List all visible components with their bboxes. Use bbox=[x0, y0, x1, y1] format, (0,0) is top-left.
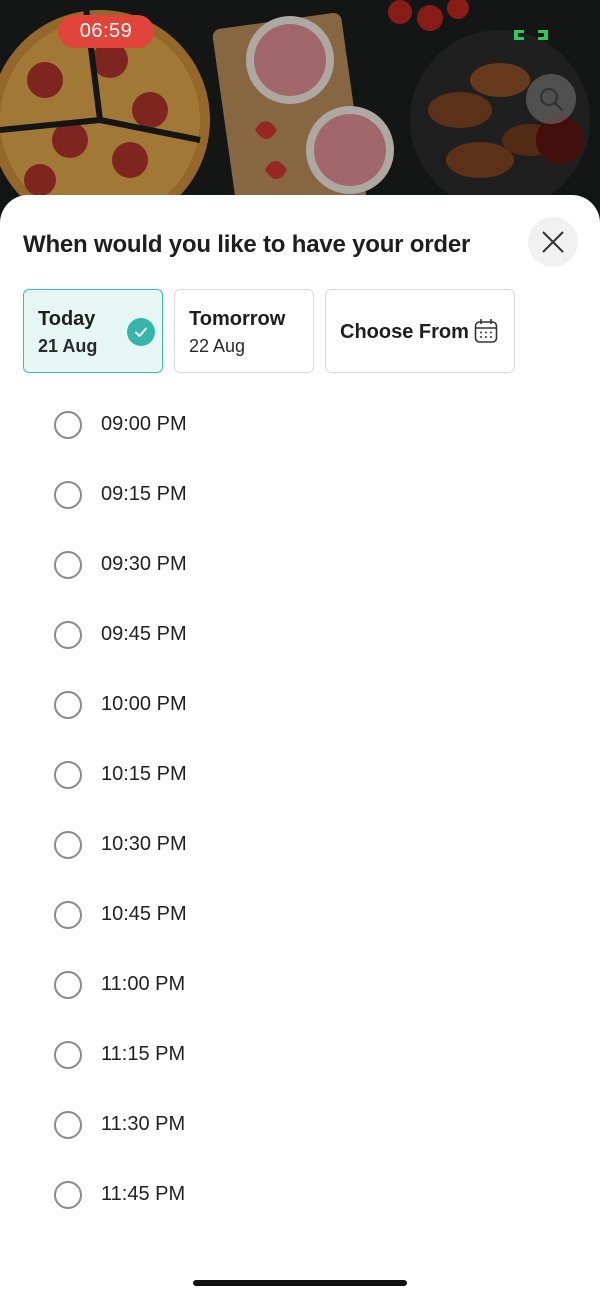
screen-recording-icon bbox=[514, 30, 548, 40]
time-slot-option[interactable]: 10:15 PM bbox=[0, 739, 600, 809]
time-slot-option[interactable]: 10:00 PM bbox=[0, 669, 600, 739]
time-slot-option[interactable]: 11:30 PM bbox=[0, 1089, 600, 1159]
radio-button[interactable] bbox=[54, 691, 82, 719]
order-time-sheet: When would you like to have your order T… bbox=[0, 195, 600, 1298]
time-slot-label: 10:00 PM bbox=[101, 693, 187, 715]
radio-button[interactable] bbox=[54, 1111, 82, 1139]
close-icon bbox=[542, 231, 564, 253]
choose-date-button[interactable]: Choose From bbox=[325, 289, 515, 373]
radio-button[interactable] bbox=[54, 901, 82, 929]
sheet-title: When would you like to have your order bbox=[23, 231, 471, 258]
time-slot-label: 09:30 PM bbox=[101, 553, 187, 575]
time-slot-label: 10:15 PM bbox=[101, 763, 187, 785]
date-day-label: Tomorrow bbox=[189, 308, 286, 330]
close-button[interactable] bbox=[528, 217, 578, 267]
radio-button[interactable] bbox=[54, 971, 82, 999]
radio-button[interactable] bbox=[54, 411, 82, 439]
time-slot-label: 10:30 PM bbox=[101, 833, 187, 855]
time-slot-option[interactable]: 09:45 PM bbox=[0, 599, 600, 669]
radio-button[interactable] bbox=[54, 481, 82, 509]
home-indicator bbox=[193, 1280, 407, 1286]
radio-button[interactable] bbox=[54, 621, 82, 649]
date-option-tomorrow[interactable]: Tomorrow 22 Aug bbox=[174, 289, 314, 373]
radio-button[interactable] bbox=[54, 1181, 82, 1209]
calendar-icon bbox=[474, 319, 498, 343]
date-option-today[interactable]: Today 21 Aug bbox=[23, 289, 163, 373]
time-slot-label: 11:00 PM bbox=[101, 973, 186, 995]
time-slot-label: 11:15 PM bbox=[101, 1043, 186, 1065]
search-icon bbox=[539, 87, 564, 112]
time-slot-option[interactable]: 11:45 PM bbox=[0, 1159, 600, 1229]
search-button[interactable] bbox=[526, 74, 576, 124]
time-slot-label: 09:45 PM bbox=[101, 623, 187, 645]
time-slot-label: 10:45 PM bbox=[101, 903, 187, 925]
time-slot-option[interactable]: 09:00 PM bbox=[0, 389, 600, 459]
radio-button[interactable] bbox=[54, 551, 82, 579]
time-slot-option[interactable]: 09:30 PM bbox=[0, 529, 600, 599]
time-slot-option[interactable]: 11:15 PM bbox=[0, 1019, 600, 1089]
choose-from-label: Choose From bbox=[340, 321, 469, 343]
time-slot-option[interactable]: 09:15 PM bbox=[0, 459, 600, 529]
time-slot-option[interactable]: 10:30 PM bbox=[0, 809, 600, 879]
status-time: 06:59 bbox=[58, 15, 154, 48]
time-slot-label: 11:30 PM bbox=[101, 1113, 186, 1135]
check-icon bbox=[127, 318, 155, 346]
time-slot-label: 09:15 PM bbox=[101, 483, 187, 505]
date-day-label: Today bbox=[38, 308, 96, 330]
time-slot-option[interactable]: 10:45 PM bbox=[0, 879, 600, 949]
date-value: 22 Aug bbox=[189, 336, 246, 356]
date-value: 21 Aug bbox=[38, 336, 98, 356]
radio-button[interactable] bbox=[54, 761, 82, 789]
radio-button[interactable] bbox=[54, 1041, 82, 1069]
time-slot-label: 11:45 PM bbox=[101, 1183, 186, 1205]
time-slot-label: 09:00 PM bbox=[101, 413, 187, 435]
time-slot-option[interactable]: 11:00 PM bbox=[0, 949, 600, 1019]
radio-button[interactable] bbox=[54, 831, 82, 859]
